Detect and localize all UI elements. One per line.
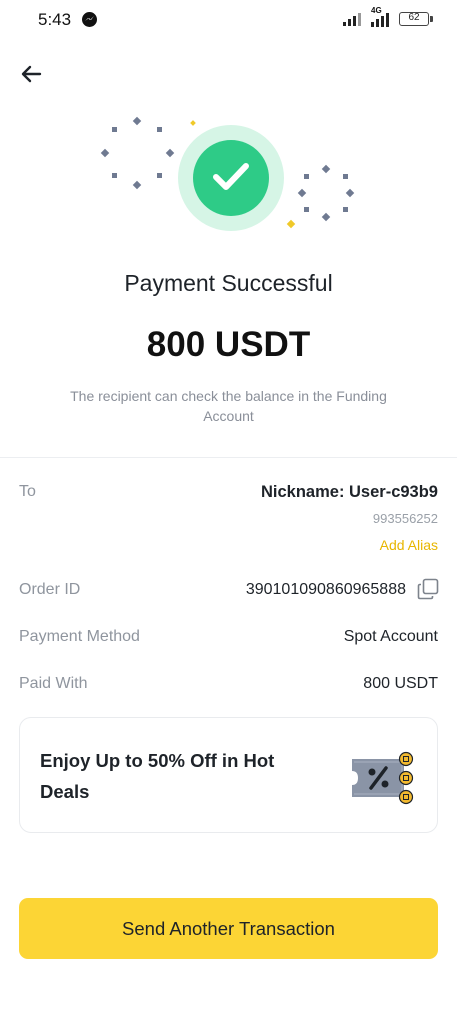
to-label: To [19, 483, 36, 500]
recipient-nickname: Nickname: User-c93b9 [260, 483, 438, 501]
confetti-dot [304, 207, 309, 212]
status-time: 5:43 [38, 10, 72, 29]
arrow-left-icon [21, 65, 42, 83]
signal-icon-secondary [371, 13, 389, 27]
confetti-dot [132, 180, 142, 190]
promo-card[interactable]: Enjoy Up to 50% Off in Hot Deals [19, 717, 438, 833]
confetti-dot [112, 127, 117, 132]
messenger-icon [82, 12, 97, 27]
confetti-dot [157, 173, 162, 178]
confetti-dot [100, 148, 110, 158]
add-alias-link[interactable]: Add Alias [380, 537, 438, 553]
discount-coupon-icon [350, 751, 414, 805]
payment-method-label: Payment Method [19, 628, 140, 645]
confetti-dot [157, 127, 162, 132]
status-bar: 5:43 4G 62 [0, 0, 457, 40]
confetti-dot [165, 148, 175, 158]
check-circle-icon [193, 140, 269, 216]
confetti-dot [286, 219, 296, 229]
confetti-dot [345, 188, 355, 198]
confetti-dot [190, 120, 196, 126]
signal-icon [343, 13, 361, 26]
confetti-dot [321, 164, 331, 174]
paid-with-label: Paid With [19, 675, 88, 692]
back-button[interactable] [18, 60, 46, 88]
confetti-dot [132, 116, 142, 126]
confetti-dot [297, 188, 307, 198]
page-title: Payment Successful [124, 270, 333, 296]
battery-level: 62 [408, 12, 420, 23]
paid-with-value: 800 USDT [363, 675, 438, 692]
send-another-transaction-button[interactable]: Send Another Transaction [19, 898, 438, 959]
payment-amount: 800 USDT [146, 325, 311, 364]
promo-text: Enjoy Up to 50% Off in Hot Deals [40, 750, 275, 802]
battery-icon: 62 [399, 12, 433, 26]
confetti-dot [304, 174, 309, 179]
copy-icon[interactable] [417, 578, 439, 600]
recipient-user-id: 993556252 [372, 511, 438, 526]
section-divider [0, 457, 457, 458]
payment-method-value: Spot Account [343, 628, 438, 645]
order-id-value: 390101090860965888 [245, 581, 406, 598]
balance-note: The recipient can check the balance in t… [70, 388, 387, 424]
confetti-dot [321, 212, 331, 222]
confetti-dot [112, 173, 117, 178]
order-id-label: Order ID [19, 581, 81, 598]
confetti-dot [343, 174, 348, 179]
confetti-dot [343, 207, 348, 212]
success-illustration [90, 110, 370, 240]
